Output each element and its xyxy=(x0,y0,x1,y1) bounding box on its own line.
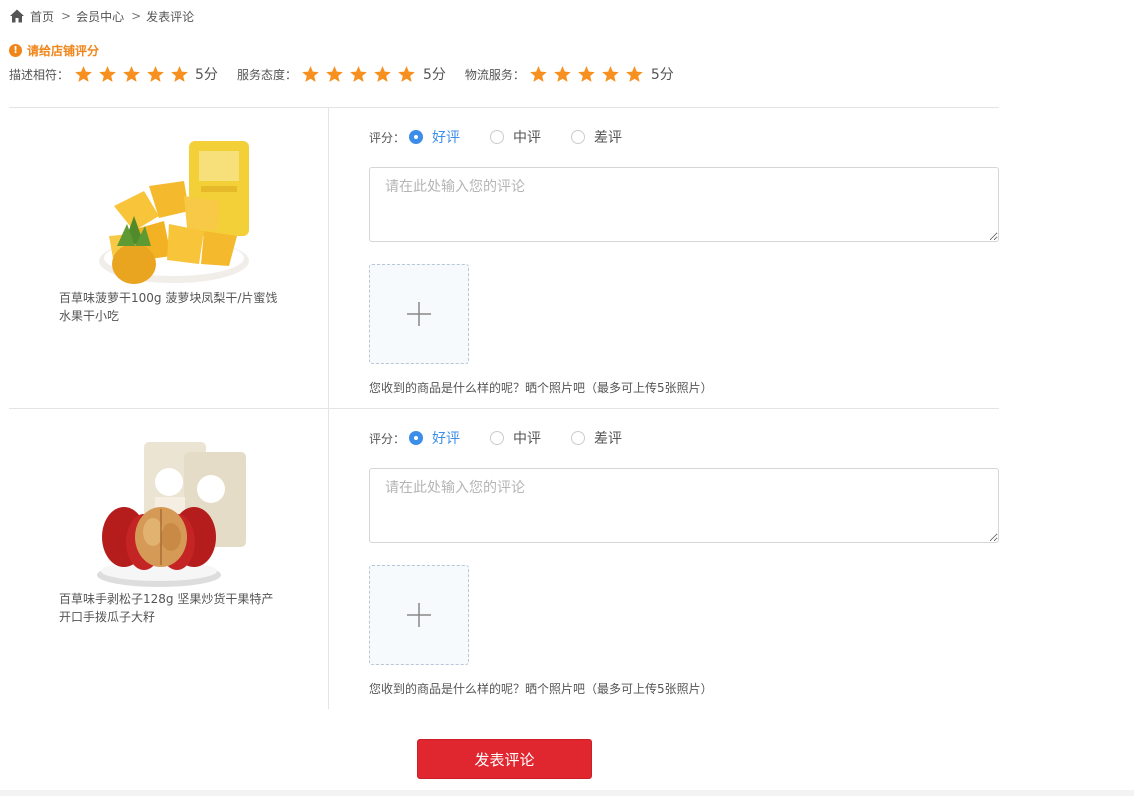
star-icon[interactable] xyxy=(529,65,548,84)
star-rating[interactable] xyxy=(527,65,647,84)
rating-label: 描述相符： xyxy=(9,67,70,82)
product-rating: 评分： 好评 中评 差评 xyxy=(369,127,652,147)
radio-label: 好评 xyxy=(432,431,461,447)
shop-rating-title-text: 请给店铺评分 xyxy=(27,44,100,58)
radio-button[interactable] xyxy=(490,130,505,144)
product-review-block: 百草味菠萝干100g 菠萝块凤梨干/片蜜饯水果干小吃 评分： 好评 中评 差评 … xyxy=(9,108,999,408)
radio-neutral[interactable]: 中评 xyxy=(490,127,541,147)
star-icon[interactable] xyxy=(122,65,141,84)
breadcrumb-member-center[interactable]: 会员中心 xyxy=(76,8,124,25)
submit-review-button[interactable]: 发表评论 xyxy=(417,739,592,779)
rating-group-service: 服务态度： 5分 xyxy=(237,64,446,84)
star-icon[interactable] xyxy=(553,65,572,84)
star-icon[interactable] xyxy=(601,65,620,84)
breadcrumb-separator: > xyxy=(131,9,142,23)
radio-bad[interactable]: 差评 xyxy=(571,428,622,448)
product-rating: 评分： 好评 中评 差评 xyxy=(369,428,652,448)
star-icon[interactable] xyxy=(325,65,344,84)
photo-upload-button[interactable] xyxy=(369,264,469,364)
radio-button[interactable] xyxy=(409,431,424,445)
radio-label: 差评 xyxy=(594,431,623,447)
radio-label: 差评 xyxy=(594,130,623,146)
star-icon[interactable] xyxy=(98,65,117,84)
rating-label: 服务态度： xyxy=(236,67,297,82)
dried-pineapple-image xyxy=(99,141,249,284)
radio-label: 好评 xyxy=(432,130,461,146)
plus-icon xyxy=(407,603,431,627)
star-icon[interactable] xyxy=(170,65,189,84)
radio-bad[interactable]: 差评 xyxy=(571,127,622,147)
star-icon[interactable] xyxy=(349,65,368,84)
shop-rating-title: ! 请给店铺评分 xyxy=(9,42,99,59)
walnut-jujube-image xyxy=(97,442,246,587)
radio-button[interactable] xyxy=(409,130,424,144)
rating-score: 5分 xyxy=(195,67,218,83)
product-name[interactable]: 百草味手剥松子128g 坚果炒货干果特产开口手拨瓜子大籽 xyxy=(59,590,284,626)
radio-good[interactable]: 好评 xyxy=(409,127,460,147)
vertical-divider xyxy=(328,409,329,709)
rating-label: 评分： xyxy=(369,130,406,145)
product-review-block: 百草味手剥松子128g 坚果炒货干果特产开口手拨瓜子大籽 评分： 好评 中评 差… xyxy=(9,409,999,709)
star-icon[interactable] xyxy=(577,65,596,84)
rating-group-logistics: 物流服务： 5分 xyxy=(465,64,674,84)
warning-icon: ! xyxy=(9,44,22,57)
plus-icon xyxy=(407,302,431,326)
breadcrumb-current: 发表评论 xyxy=(146,9,195,24)
star-icon[interactable] xyxy=(74,65,93,84)
star-icon[interactable] xyxy=(625,65,644,84)
radio-good[interactable]: 好评 xyxy=(409,428,460,448)
breadcrumb: 首页 > 会员中心 > 发表评论 xyxy=(9,7,194,25)
star-rating[interactable] xyxy=(71,65,191,84)
radio-button[interactable] xyxy=(490,431,505,445)
star-icon[interactable] xyxy=(397,65,416,84)
comment-input[interactable] xyxy=(369,468,999,543)
rating-label: 评分： xyxy=(369,431,406,446)
star-icon[interactable] xyxy=(301,65,320,84)
radio-neutral[interactable]: 中评 xyxy=(490,428,541,448)
radio-label: 中评 xyxy=(513,130,542,146)
upload-hint: 您收到的商品是什么样的呢？晒个照片吧（最多可上传5张照片） xyxy=(369,682,713,696)
breadcrumb-home[interactable]: 首页 xyxy=(30,8,54,25)
shop-rating-row: 描述相符： 5分 服务态度： 5分 物流服务： 5分 xyxy=(9,63,693,85)
photo-upload-button[interactable] xyxy=(369,565,469,665)
star-rating[interactable] xyxy=(299,65,419,84)
star-icon[interactable] xyxy=(373,65,392,84)
breadcrumb-separator: > xyxy=(61,9,72,23)
star-icon[interactable] xyxy=(146,65,165,84)
page-footer-strip xyxy=(0,790,1134,796)
rating-score: 5分 xyxy=(422,67,446,83)
rating-group-description: 描述相符： 5分 xyxy=(9,64,218,84)
product-name[interactable]: 百草味菠萝干100g 菠萝块凤梨干/片蜜饯水果干小吃 xyxy=(59,289,284,325)
home-icon[interactable] xyxy=(9,8,25,24)
radio-button[interactable] xyxy=(571,431,586,445)
radio-label: 中评 xyxy=(513,431,542,447)
rating-score: 5分 xyxy=(650,67,674,83)
comment-input[interactable] xyxy=(369,167,999,242)
upload-hint: 您收到的商品是什么样的呢？晒个照片吧（最多可上传5张照片） xyxy=(369,381,713,395)
rating-label: 物流服务： xyxy=(464,67,525,82)
vertical-divider xyxy=(328,108,329,408)
radio-button[interactable] xyxy=(571,130,586,144)
